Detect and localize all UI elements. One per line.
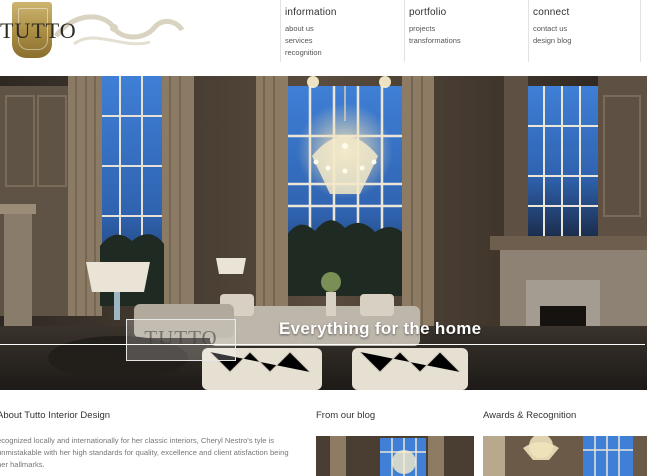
hero-tagline: Everything for the home [279,319,482,338]
logo[interactable]: TUTTO [0,0,190,70]
hero-room-photo [0,76,647,390]
nav-link-about-us[interactable]: about us [285,23,403,35]
awards-thumbnail[interactable] [483,436,647,476]
logo-text: TUTTO [0,18,77,43]
nav-link-projects[interactable]: projects [409,23,527,35]
awards-section-title: Awards & Recognition [483,410,577,421]
nav-link-recognition[interactable]: recognition [285,47,403,59]
hero-watermark-text: TUTTO [144,326,218,350]
nav-information: information about us services recognitio… [280,0,403,62]
nav-portfolio: portfolio projects transformations [404,0,527,62]
nav-link-services[interactable]: services [285,35,403,47]
nav-information-title[interactable]: information [285,7,403,18]
nav-link-design-blog[interactable]: design blog [533,35,645,47]
hero-divider [0,344,645,345]
nav-portfolio-title[interactable]: portfolio [409,7,527,18]
hero-banner[interactable]: TUTTO Everything for the home [0,76,647,390]
about-section-title: About Tutto Interior Design [0,410,111,421]
nav-divider [640,0,641,62]
blog-thumbnail[interactable] [316,436,474,476]
blog-section-title: From our blog [316,410,376,421]
site-header: TUTTO information about us services reco… [0,0,647,76]
nav-link-transformations[interactable]: transformations [409,35,527,47]
nav-connect-title[interactable]: connect [533,7,645,18]
nav-connect: connect contact us design blog [528,0,645,62]
hero-watermark-logo: TUTTO [126,319,236,361]
about-section-text: ecognized locally and internationally fo… [0,436,289,469]
nav-link-contact-us[interactable]: contact us [533,23,645,35]
